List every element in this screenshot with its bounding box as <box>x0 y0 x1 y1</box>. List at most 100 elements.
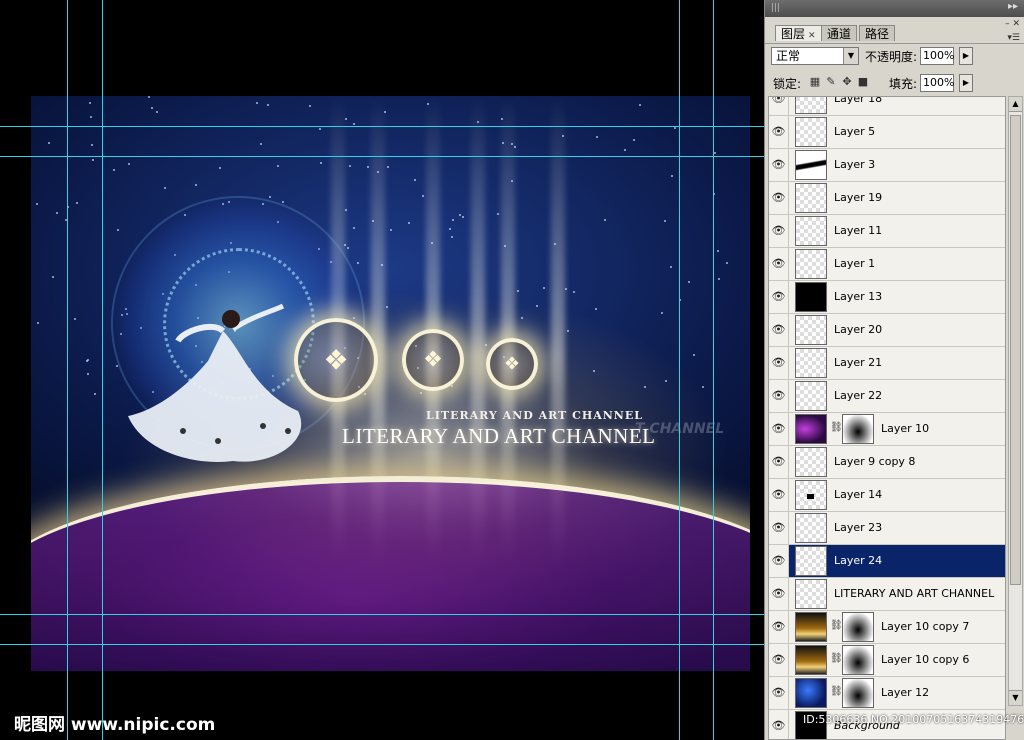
eye-icon[interactable]: 👁 <box>769 479 789 511</box>
star <box>517 290 519 292</box>
layer-row[interactable]: 👁 Layer 13 <box>769 281 1005 314</box>
eye-icon[interactable]: 👁 <box>769 677 789 709</box>
scroll-thumb[interactable] <box>1010 115 1021 585</box>
panel-titlebar[interactable]: ||| ▸▸ <box>765 0 1024 17</box>
collapse-icon[interactable]: ▸▸ <box>1008 1 1018 12</box>
layer-row[interactable]: 👁 ⛓ Layer 10 copy 6 <box>769 644 1005 677</box>
guide-horizontal[interactable] <box>0 614 764 615</box>
star <box>74 318 76 320</box>
guide-horizontal[interactable] <box>0 156 764 157</box>
tab-paths[interactable]: 路径 <box>859 25 896 41</box>
layer-row[interactable]: 👁 Layer 1 <box>769 248 1005 281</box>
layer-thumbnail <box>795 183 827 213</box>
eye-icon[interactable]: 👁 <box>769 611 789 643</box>
star <box>357 262 359 264</box>
fill-field[interactable]: 100% <box>920 74 954 92</box>
star <box>345 118 347 120</box>
layer-row[interactable]: 👁 Layer 18 <box>769 97 1005 116</box>
link-icon[interactable]: ⛓ <box>830 422 843 433</box>
guide-vertical[interactable] <box>679 0 680 740</box>
star <box>459 214 461 216</box>
fill-slider-button[interactable]: ▶ <box>959 74 973 92</box>
opacity-field[interactable]: 100% <box>920 47 954 65</box>
layer-row[interactable]: 👁 Layer 19 <box>769 182 1005 215</box>
eye-icon[interactable]: 👁 <box>769 545 789 577</box>
layer-thumbnail <box>795 480 827 510</box>
layer-row[interactable]: 👁 Layer 20 <box>769 314 1005 347</box>
guide-horizontal[interactable] <box>0 644 764 645</box>
layer-mask-thumbnail[interactable] <box>842 414 874 444</box>
layer-row[interactable]: 👁 LITERARY AND ART CHANNEL <box>769 578 1005 611</box>
eye-icon[interactable]: 👁 <box>769 446 789 478</box>
eye-icon[interactable]: 👁 <box>769 149 789 181</box>
eye-icon[interactable]: 👁 <box>769 182 789 214</box>
eye-icon[interactable]: 👁 <box>769 512 789 544</box>
tab-channels[interactable]: 通道 <box>821 25 858 41</box>
eye-icon[interactable]: 👁 <box>769 215 789 247</box>
eye-icon[interactable]: 👁 <box>769 314 789 346</box>
eye-icon[interactable]: 👁 <box>769 380 789 412</box>
scroll-up-icon[interactable]: ▲ <box>1009 97 1022 112</box>
watermark-brand: 昵图网 www.nipic.com <box>14 715 216 735</box>
layer-row[interactable]: 👁 ⛓ Layer 12 <box>769 677 1005 710</box>
star <box>639 104 641 106</box>
scroll-down-icon[interactable]: ▼ <box>1009 690 1022 705</box>
close-icon[interactable]: ✕ <box>808 31 816 41</box>
layer-row[interactable]: 👁 ⛓ Layer 10 copy 7 <box>769 611 1005 644</box>
tab-label: 图层 <box>781 27 806 41</box>
opacity-slider-button[interactable]: ▶ <box>959 47 973 65</box>
layer-row[interactable]: 👁 Layer 11 <box>769 215 1005 248</box>
lock-transparency-icon[interactable]: ▦ <box>809 76 821 88</box>
layer-row[interactable]: 👁 Layer 5 <box>769 116 1005 149</box>
layer-thumbnail <box>795 315 827 345</box>
layer-name: Layer 11 <box>834 224 883 237</box>
lock-brush-icon[interactable]: ✎ <box>825 76 837 88</box>
minimize-close-icon[interactable]: – ✕ <box>1005 19 1020 29</box>
link-icon[interactable]: ⛓ <box>830 620 843 631</box>
layer-name: Layer 22 <box>834 389 883 402</box>
chevron-down-icon[interactable]: ▼ <box>843 48 858 64</box>
layer-mask-thumbnail[interactable] <box>842 612 874 642</box>
eye-icon[interactable]: 👁 <box>769 347 789 379</box>
layer-mask-thumbnail[interactable] <box>842 645 874 675</box>
guide-horizontal[interactable] <box>0 126 764 127</box>
eye-icon[interactable]: 👁 <box>769 248 789 280</box>
layer-list[interactable]: 👁 Layer 18 👁 Layer 5 👁 Layer 3 👁 Layer 1… <box>768 96 1006 740</box>
eye-icon[interactable]: 👁 <box>769 578 789 610</box>
eye-icon[interactable]: 👁 <box>769 281 789 313</box>
star <box>726 262 728 264</box>
link-icon[interactable]: ⛓ <box>830 653 843 664</box>
guide-vertical[interactable] <box>713 0 714 740</box>
link-icon[interactable]: ⛓ <box>830 686 843 697</box>
eye-icon[interactable]: 👁 <box>769 644 789 676</box>
blend-mode-select[interactable]: 正常 ▼ <box>771 47 859 65</box>
guide-vertical[interactable] <box>102 0 103 740</box>
star <box>593 370 595 372</box>
layer-row[interactable]: 👁 Layer 22 <box>769 380 1005 413</box>
star <box>367 166 369 168</box>
eye-icon[interactable]: 👁 <box>769 710 789 739</box>
layer-row[interactable]: 👁 Layer 14 <box>769 479 1005 512</box>
layer-row[interactable]: 👁 Layer 3 <box>769 149 1005 182</box>
layer-list-scrollbar[interactable]: ▲ ▼ <box>1008 96 1023 706</box>
panel-menu-icon[interactable]: ▾☰ <box>1007 33 1020 43</box>
star <box>521 317 523 319</box>
star <box>56 212 58 214</box>
guide-vertical[interactable] <box>67 0 68 740</box>
layer-mask-thumbnail[interactable] <box>842 678 874 708</box>
tab-layers[interactable]: 图层 ✕ <box>775 25 822 41</box>
star <box>353 123 355 125</box>
layer-row[interactable]: 👁 Layer 21 <box>769 347 1005 380</box>
lock-all-icon[interactable]: ■ <box>857 76 869 88</box>
eye-icon[interactable]: 👁 <box>769 116 789 148</box>
eye-icon[interactable]: 👁 <box>769 97 789 115</box>
lock-move-icon[interactable]: ✥ <box>841 76 853 88</box>
document-canvas[interactable]: ❖ ❖ ❖ LITERARY AND ART CHANNEL LITERARY … <box>0 0 764 740</box>
layer-row[interactable]: 👁 Layer 9 copy 8 <box>769 446 1005 479</box>
eye-icon[interactable]: 👁 <box>769 413 789 445</box>
layer-row-selected[interactable]: 👁 Layer 24 <box>769 545 1005 578</box>
watermark-id: ID:5306636 NO:20100705163743194760 <box>803 713 1024 726</box>
layer-row[interactable]: 👁 ⛓ Layer 10 <box>769 413 1005 446</box>
layer-row[interactable]: 👁 Layer 23 <box>769 512 1005 545</box>
grip-icon[interactable]: ||| <box>771 3 780 13</box>
